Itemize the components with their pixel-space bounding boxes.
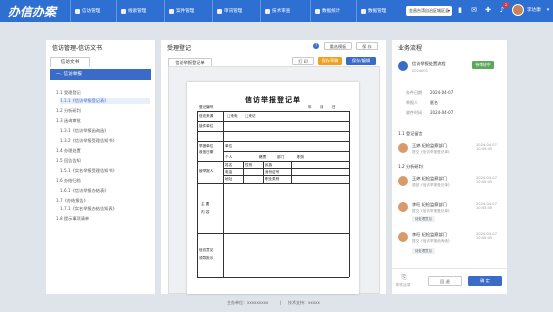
tree-node[interactable]: 1.4 办理处置 (56, 148, 81, 154)
reg-number-label: 登记编号 (199, 105, 214, 109)
document-title: 信访举报登记单 (245, 96, 301, 104)
footer-tech-support: 技术支持：xxxxx (288, 300, 320, 305)
reselect-template-button[interactable]: 重选模板 (324, 42, 352, 50)
chevron-down-icon: ▾ (447, 8, 450, 13)
mail-icon[interactable]: ✉ (470, 6, 478, 15)
nav-item-interrogation[interactable]: 审讯管理 (212, 0, 260, 22)
footer-host-unit: 主办单位：xxxxxxxxx (227, 300, 269, 305)
target-icon (121, 8, 126, 14)
tree-node[interactable]: 1.3.2《信访举报受理告知书》 (60, 138, 117, 144)
process-icon (398, 61, 408, 71)
footer-separator: | (280, 300, 282, 305)
process-id: 2024001 (412, 69, 429, 73)
nav-item-petition[interactable]: 信访管理 (70, 0, 116, 22)
source-checkbox-phone[interactable]: □来电 (227, 114, 238, 119)
database-icon (361, 8, 366, 14)
step-heading: 1.1 登记留言 (398, 131, 423, 136)
notification-badge: 2 (503, 2, 509, 8)
avatar (398, 232, 408, 242)
step-heading: 1.2 分析研判 (398, 164, 423, 169)
avatar (398, 176, 408, 186)
help-icon[interactable]: ? (313, 43, 319, 49)
avatar (398, 202, 408, 212)
document-icon (217, 8, 222, 14)
source-checkbox-visit[interactable]: □来访 (245, 114, 256, 119)
tree-section-petition[interactable]: 一. 信访举报 (50, 69, 151, 80)
right-panel-title: 业务流程 (398, 45, 423, 52)
app-logo: 办信办案 (8, 5, 57, 19)
tree-node[interactable]: 1.3.1《信访举报函询函》 (60, 128, 108, 134)
attachment-icon[interactable]: ⎘ (400, 273, 408, 282)
tree-node[interactable]: 1.3 函询审批 (56, 118, 81, 124)
status-badge: 待审核中 (472, 61, 494, 69)
tree-node[interactable]: 1.6.1《信访举报办结表》 (60, 188, 108, 194)
opinion-tag: 待处理意见 (412, 248, 435, 254)
region-select[interactable]: 金昌台湾自治区城区县 ▾ (406, 6, 452, 16)
nav-item-clue[interactable]: 线索管理 (116, 0, 164, 22)
save-top-button[interactable]: 保 存 (356, 42, 378, 50)
opinion-tag: 待处理意见 (412, 216, 435, 222)
process-title: 信访举报处置流程 (412, 61, 446, 66)
settings-icon[interactable]: ✚ (484, 6, 492, 15)
search-doc-icon (265, 8, 270, 14)
chart-icon (315, 8, 320, 14)
user-name[interactable]: 李达康 (527, 7, 541, 13)
left-panel-title: 信访管理-信访文书 (52, 45, 103, 52)
tree-node[interactable]: 1.8 提示事项清单 (56, 216, 89, 222)
center-panel-title: 受理登记 (167, 45, 192, 52)
tree-node[interactable]: 1.7.1《实名举报办结告知表》 (60, 206, 117, 212)
tree-node[interactable]: 1.5 回告告知 (56, 158, 81, 164)
user-avatar[interactable] (512, 4, 524, 16)
tab-petition-documents[interactable]: 信访文书 (50, 57, 90, 67)
tree-node[interactable]: 1.5.1《实名举报受理告知书》 (60, 168, 117, 174)
tree-node[interactable]: 1.2 分析研判 (56, 108, 81, 114)
nav-item-tech-review[interactable]: 技术审查 (260, 0, 310, 22)
document-page: 信访举报登记单 登记编号 年 月 日 信访来源 □来电 □来访 接件单位 举报单… (187, 82, 359, 294)
attachment-directory-link[interactable]: 附件目录 (396, 283, 410, 288)
home-icon (75, 8, 80, 14)
nav-item-case[interactable]: 案件管理 (164, 0, 212, 22)
avatar (398, 143, 408, 153)
tree-node[interactable]: 1.6 办结归档 (56, 178, 81, 184)
bar-chart-icon[interactable]: ▮ (456, 6, 464, 15)
tree-node[interactable]: 1.7《办结报告》 (56, 198, 88, 204)
save-draft-button[interactable]: 保存草稿 (318, 57, 342, 65)
tree-node-selected[interactable]: 1.1.1《信访举报登记表》 (60, 98, 150, 104)
back-button[interactable]: 回 退 (428, 276, 462, 286)
chevron-down-icon[interactable]: ▾ (544, 6, 552, 15)
tree-node[interactable]: 1.1 受理登记 (56, 90, 81, 96)
clock-icon (169, 8, 174, 14)
confirm-button[interactable]: 确 定 (468, 276, 502, 286)
save-edit-button[interactable]: 保存/编辑 (346, 57, 376, 65)
nav-item-statistics[interactable]: 数据统计 (310, 0, 356, 22)
nav-item-data-management[interactable]: 数据管理 (356, 0, 404, 22)
print-button[interactable]: 打 印 (292, 57, 314, 65)
